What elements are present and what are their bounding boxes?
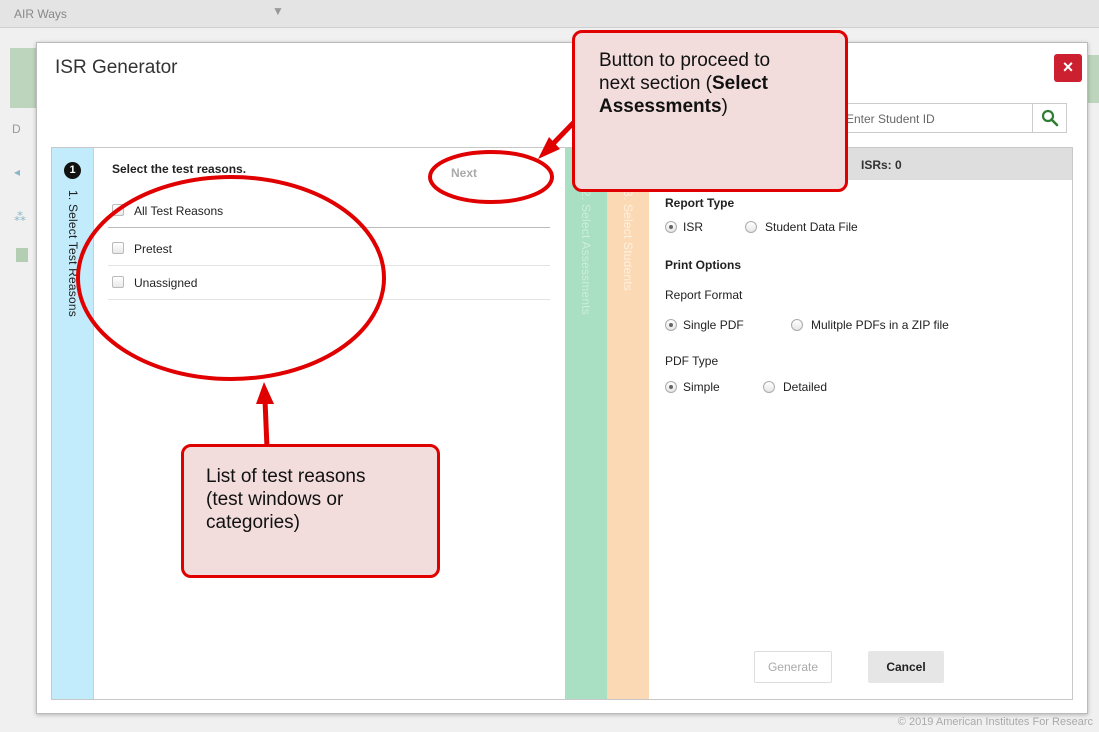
radio-multiple-pdfs[interactable] [791, 319, 803, 331]
radio-simple[interactable] [665, 381, 677, 393]
callout-line: next section (Select [599, 73, 768, 94]
radio-label: Mulitple PDFs in a ZIP file [811, 318, 949, 332]
report-type-heading: Report Type [665, 196, 735, 210]
tab-label: 3. Select Students [621, 190, 635, 291]
cancel-button[interactable]: Cancel [868, 651, 944, 683]
annotation-callout-test-reasons: List of test reasons (test windows or ca… [181, 444, 440, 578]
side-hierarchy-icon: ⁂ [14, 210, 26, 224]
tab-select-students[interactable]: 3 3. Select Students [607, 148, 649, 699]
section-prompt: Select the test reasons. [112, 162, 247, 176]
callout-line: Button to proceed to [599, 50, 771, 71]
callout-line: List of test reasons [206, 466, 366, 487]
copyright-footer: © 2019 American Institutes For Researc [897, 716, 1093, 728]
wizard: 1 1. Select Test Reasons Select the test… [51, 147, 1073, 700]
modal-title: ISR Generator [55, 57, 178, 78]
radio-label: ISR [683, 220, 704, 234]
search-button[interactable] [1032, 103, 1067, 133]
checkbox[interactable] [112, 204, 124, 216]
radio-label: Detailed [783, 380, 828, 394]
callout-line: (test windows or [206, 489, 344, 510]
print-options-heading: Print Options [665, 258, 741, 272]
isr-count: ISRs: 0 [861, 158, 902, 172]
side-block-icon [16, 248, 28, 262]
checkbox[interactable] [112, 242, 124, 254]
report-format-label: Report Format [665, 288, 743, 302]
app-header: AIR Ways ▼ [0, 0, 1099, 28]
test-reasons-panel: Select the test reasons. Next All Test R… [94, 148, 565, 699]
pdf-type-label: PDF Type [665, 354, 719, 368]
radio-detailed[interactable] [763, 381, 775, 393]
step-number: 1 [64, 162, 81, 179]
close-icon: × [1062, 57, 1074, 77]
option-label: Pretest [134, 242, 173, 256]
tab-select-assessments[interactable]: 2 2. Select Assessments [565, 148, 607, 699]
callout-line: categories) [206, 512, 300, 533]
generate-button[interactable]: Generate [754, 651, 832, 683]
dropdown-caret-icon[interactable]: ▼ [272, 4, 284, 18]
radio-label: Student Data File [765, 220, 858, 234]
close-button[interactable]: × [1054, 54, 1082, 82]
radio-isr[interactable] [665, 221, 677, 233]
radio-label: Simple [683, 380, 720, 394]
side-arrow-icon: ◂ [14, 165, 21, 179]
student-id-search-input[interactable]: Enter Student ID [835, 103, 1032, 133]
radio-student-data-file[interactable] [745, 221, 757, 233]
annotation-callout-next-button: Button to proceed to next section (Selec… [572, 30, 848, 192]
app-brand: AIR Ways [14, 7, 67, 21]
search-icon [1041, 109, 1059, 127]
tab-label: 1. Select Test Reasons [66, 190, 80, 317]
tab-label: 2. Select Assessments [579, 190, 593, 315]
list-item[interactable]: All Test Reasons [108, 194, 550, 228]
callout-line: Assessments) [599, 96, 728, 117]
list-item[interactable]: Unassigned [108, 266, 550, 300]
option-label: All Test Reasons [134, 204, 224, 218]
radio-single-pdf[interactable] [665, 319, 677, 331]
radio-label: Single PDF [683, 318, 744, 332]
list-item[interactable]: Pretest [108, 232, 550, 266]
next-button[interactable]: Next [451, 166, 477, 180]
checkbox[interactable] [112, 276, 124, 288]
isr-generator-modal: ISR Generator × Enter Student ID 1 1. Se… [36, 42, 1088, 714]
option-label: Unassigned [134, 276, 198, 290]
side-letter: D [12, 122, 21, 136]
tab-select-test-reasons[interactable]: 1 1. Select Test Reasons [52, 148, 94, 699]
report-options-panel: ISRs: 0 Report Type ISR Student Data Fil… [649, 148, 1072, 699]
